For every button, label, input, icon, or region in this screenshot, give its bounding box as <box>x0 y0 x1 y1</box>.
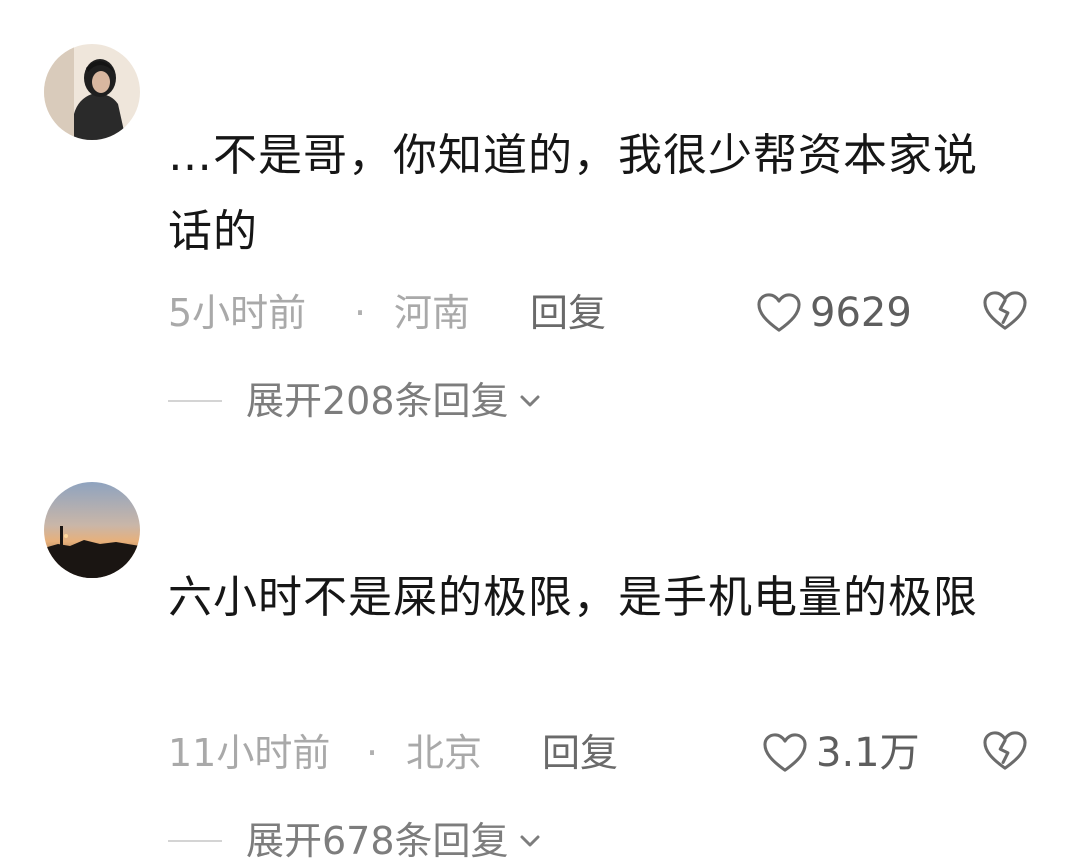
heart-outline-icon <box>757 293 801 332</box>
heart-outline-icon <box>763 733 807 772</box>
dislike-button[interactable] <box>982 290 1028 332</box>
meta-separator: · <box>366 731 379 775</box>
like-count: 9629 <box>810 290 912 336</box>
expand-replies-button[interactable]: 展开678条回复 <box>168 816 543 866</box>
broken-heart-icon <box>983 731 1027 770</box>
reply-button[interactable]: 回复 <box>530 288 606 338</box>
hooded-person-avatar-icon <box>44 44 140 140</box>
comment-time: 11小时前 <box>168 731 331 775</box>
comment-meta: 11小时前 · 北京 回复 3.1万 <box>168 728 1038 778</box>
dislike-button[interactable] <box>982 730 1028 772</box>
broken-heart-icon <box>983 291 1027 330</box>
chevron-down-icon <box>520 835 540 847</box>
expand-replies-label: 展开678条回复 <box>246 819 509 863</box>
comment-location: 河南 <box>394 291 471 335</box>
divider-line <box>168 840 222 842</box>
sunset-avatar-icon <box>44 482 140 578</box>
meta-separator: · <box>354 291 367 335</box>
reply-button[interactable]: 回复 <box>542 728 618 778</box>
avatar[interactable] <box>44 44 140 140</box>
expand-replies-label: 展开208条回复 <box>246 379 509 423</box>
like-button[interactable]: 9629 <box>756 288 912 338</box>
divider-line <box>168 400 222 402</box>
like-button[interactable]: 3.1万 <box>762 728 920 778</box>
avatar[interactable] <box>44 482 140 578</box>
comment-text: 六小时不是屎的极限，是手机电量的极限 <box>168 572 978 623</box>
expand-replies-button[interactable]: 展开208条回复 <box>168 376 543 426</box>
comment-text: …不是哥，你知道的，我很少帮资本家说话的 <box>168 130 978 257</box>
like-count: 3.1万 <box>816 730 920 776</box>
comment-time: 5小时前 <box>168 291 307 335</box>
chevron-down-icon <box>520 395 540 407</box>
comment-location: 北京 <box>406 731 483 775</box>
comment-meta: 5小时前 · 河南 回复 9629 <box>168 288 1038 338</box>
